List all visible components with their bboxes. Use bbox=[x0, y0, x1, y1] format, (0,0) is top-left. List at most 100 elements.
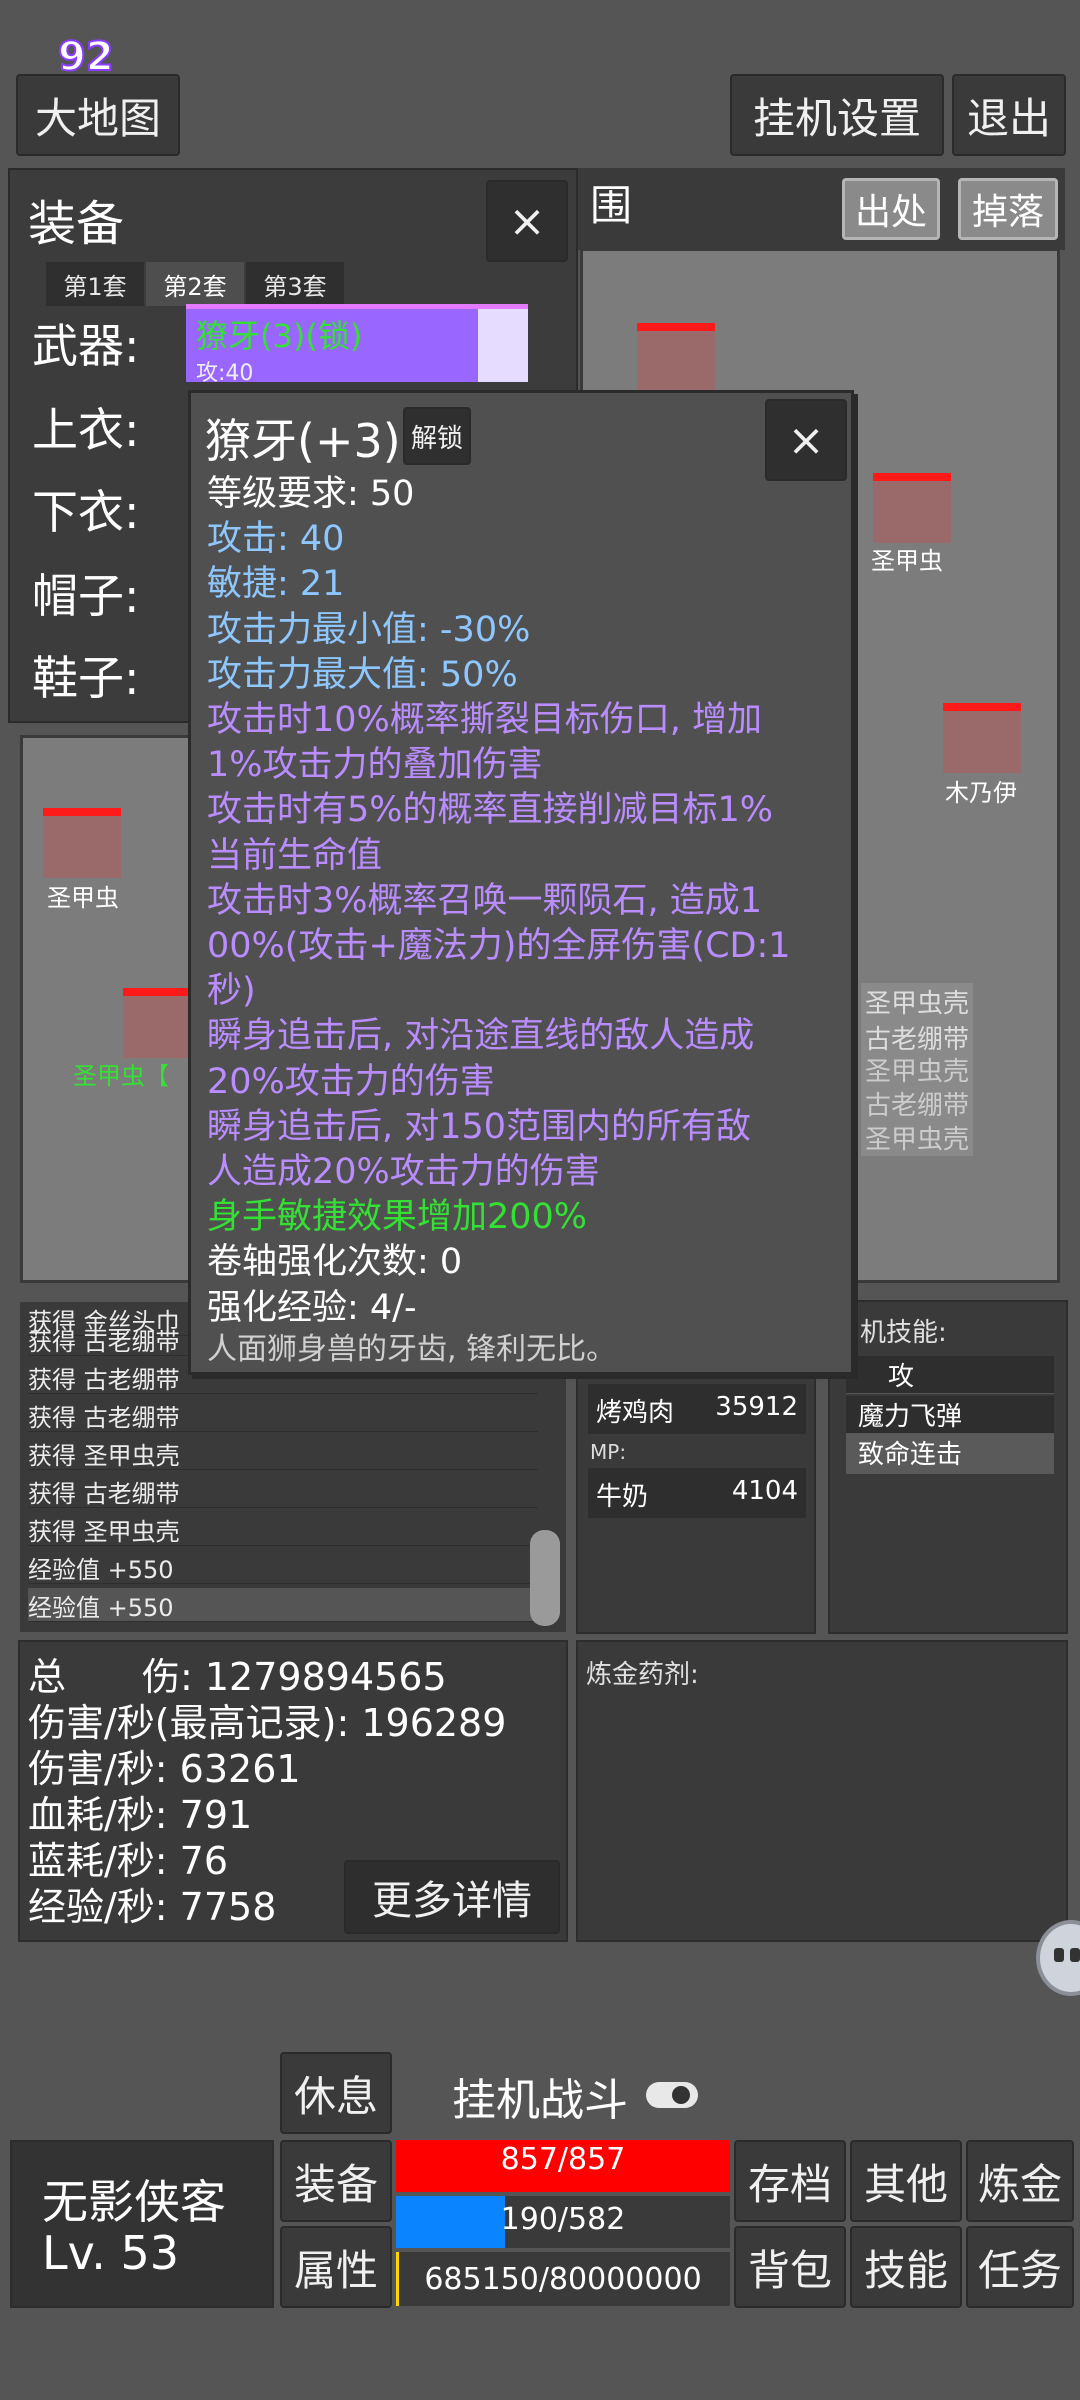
monster-sprite[interactable] bbox=[43, 808, 121, 878]
tab-set-2[interactable]: 第2套 bbox=[146, 262, 244, 306]
tooltip-line: 20%攻击力的伤害 bbox=[207, 1061, 495, 1102]
skill-item[interactable]: 攻 bbox=[846, 1356, 1054, 1394]
tooltip-line: 1%攻击力的叠加伤害 bbox=[207, 745, 543, 786]
tooltip-close-button[interactable]: × bbox=[765, 399, 847, 481]
log-scrollbar[interactable] bbox=[530, 1530, 560, 1626]
mp-text: 190/582 bbox=[500, 2202, 626, 2237]
mp-potion-slot[interactable]: 牛奶 4104 bbox=[588, 1468, 806, 1518]
slot-label-weapon: 武器: bbox=[32, 319, 140, 373]
attributes-button[interactable]: 属性 bbox=[280, 2226, 392, 2308]
tooltip-line: 攻击力最大值: 50% bbox=[207, 654, 518, 695]
other-button[interactable]: 其他 bbox=[850, 2140, 962, 2222]
rest-button[interactable]: 休息 bbox=[280, 2052, 392, 2134]
item-tooltip: 獠牙(+3) 解锁 × 等级要求: 50 攻击: 40 敏捷: 21 攻击力最小值: … bbox=[188, 390, 854, 1375]
tooltip-line: 攻击力最小值: -30% bbox=[207, 609, 531, 650]
alchemy-button[interactable]: 炼金 bbox=[966, 2140, 1074, 2222]
tab-set-1[interactable]: 第1套 bbox=[46, 262, 144, 306]
tooltip-line: 等级要求: 50 bbox=[207, 474, 415, 514]
log-row: 获得 圣甲虫壳 bbox=[28, 1512, 538, 1546]
save-button[interactable]: 存档 bbox=[734, 2140, 846, 2222]
equip-button[interactable]: 装备 bbox=[280, 2140, 392, 2222]
tooltip-line: 敏捷: 21 bbox=[207, 564, 345, 605]
character-level: Lv. 53 bbox=[42, 2226, 180, 2280]
tooltip-line: 攻击时10%概率撕裂目标伤口, 增加 bbox=[207, 700, 763, 740]
hp-potion-name: 烤鸡肉 bbox=[596, 1398, 675, 1428]
log-row: 获得 古老绷带 bbox=[28, 1398, 538, 1432]
tooltip-line: 00%(攻击+魔法力)的全屏伤害(CD:1 bbox=[207, 926, 791, 966]
exp-text: 685150/80000000 bbox=[424, 2262, 702, 2297]
tooltip-line: 攻击时有5%的概率直接削减目标1% bbox=[207, 790, 774, 831]
tooltip-line: 秒) bbox=[207, 971, 256, 1012]
equipment-close-button[interactable]: × bbox=[486, 180, 568, 262]
tooltip-line: 当前生命值 bbox=[207, 835, 383, 876]
bag-button[interactable]: 背包 bbox=[734, 2226, 846, 2308]
monster-name: 木乃伊 bbox=[945, 779, 1017, 807]
log-row: 获得 古老绷带 bbox=[28, 1474, 538, 1508]
tooltip-line: 攻击时3%概率召唤一颗陨石, 造成1 bbox=[207, 880, 763, 921]
monster-hp-bar bbox=[43, 808, 121, 816]
tooltip-line: 人造成20%攻击力的伤害 bbox=[207, 1152, 600, 1192]
stats-panel: 总 伤: 1279894565 伤害/秒(最高记录): 196289 伤害/秒:… bbox=[18, 1640, 568, 1942]
tooltip-title: 獠牙(+3) bbox=[205, 414, 401, 468]
tooltip-line: 瞬身追击后, 对150范围内的所有敌 bbox=[207, 1106, 752, 1147]
monster-hp-bar bbox=[637, 323, 715, 331]
skills-button[interactable]: 技能 bbox=[850, 2226, 962, 2308]
log-row: 经验值 +550 bbox=[28, 1550, 538, 1584]
slot-label-bottom: 下衣: bbox=[32, 485, 140, 539]
hp-potion-slot[interactable]: 烤鸡肉 35912 bbox=[588, 1384, 806, 1434]
monster-name: 圣甲虫 bbox=[871, 547, 943, 575]
mp-label: MP: bbox=[590, 1440, 627, 1464]
unlock-button[interactable]: 解锁 bbox=[403, 407, 471, 465]
hp-text: 857/857 bbox=[500, 2142, 626, 2177]
equipment-title: 装备 bbox=[28, 196, 125, 252]
alchemy-panel: 炼金药剂: bbox=[576, 1640, 1068, 1942]
character-card[interactable]: 无影侠客 Lv. 53 bbox=[10, 2140, 274, 2308]
tooltip-line: 身手敏捷效果增加200% bbox=[207, 1197, 588, 1238]
tooltip-line: 强化经验: 4/- bbox=[207, 1287, 417, 1328]
skill-item[interactable]: 致命连击 bbox=[846, 1434, 1054, 1474]
exp-rate: 经验/秒: 7758 bbox=[28, 1885, 277, 1929]
monster-hp-bar bbox=[873, 473, 951, 481]
slot-label-shoes: 鞋子: bbox=[32, 651, 140, 705]
slot-label-top: 上衣: bbox=[32, 403, 140, 457]
hp-bar: 857/857 bbox=[396, 2140, 730, 2192]
tab-set-3[interactable]: 第3套 bbox=[246, 262, 344, 306]
drop-label: 圣甲虫壳 bbox=[861, 983, 974, 1020]
log-row: 经验值 +550 bbox=[28, 1588, 538, 1622]
tooltip-line: 攻击: 40 bbox=[207, 519, 345, 560]
tooltip-line: 瞬身追击后, 对沿途直线的敌人造成 bbox=[207, 1016, 755, 1057]
skill-item[interactable]: 魔力飞弹 bbox=[846, 1396, 1054, 1434]
log-row: 获得 圣甲虫壳 bbox=[28, 1436, 538, 1470]
more-details-button[interactable]: 更多详情 bbox=[344, 1860, 560, 1934]
monster-name: 圣甲虫 bbox=[47, 884, 119, 912]
idle-fight-toggle[interactable] bbox=[646, 2082, 698, 2108]
auto-skill-title: 机技能: bbox=[860, 1318, 947, 1348]
idle-settings-button[interactable]: 挂机设置 bbox=[730, 74, 944, 156]
tasks-button[interactable]: 任务 bbox=[966, 2226, 1074, 2308]
weapon-item-name: 獠牙(3)(锁) bbox=[196, 317, 363, 355]
drop-label: 圣甲虫壳 bbox=[861, 1119, 974, 1156]
world-map-button[interactable]: 大地图 bbox=[16, 74, 180, 156]
mp-potion-count: 4104 bbox=[731, 1476, 798, 1506]
alchemy-title: 炼金药剂: bbox=[586, 1660, 699, 1690]
tooltip-line: 人面狮身兽的牙齿, 锋利无比。 bbox=[207, 1331, 617, 1367]
drop-button[interactable]: 掉落 bbox=[958, 178, 1058, 240]
slot-label-hat: 帽子: bbox=[32, 569, 140, 623]
toggle-knob bbox=[672, 2086, 690, 2104]
exp-bar: 685150/80000000 bbox=[396, 2252, 730, 2306]
idle-fight-label: 挂机战斗 bbox=[452, 2075, 628, 2126]
drop-label: 圣甲虫壳 bbox=[861, 1051, 974, 1088]
weapon-slot-item[interactable]: 獠牙(3)(锁) 攻:40 bbox=[186, 304, 528, 386]
monster-sprite[interactable] bbox=[637, 323, 715, 393]
tooltip-line: 卷轴强化次数: 0 bbox=[207, 1242, 463, 1283]
battle-map-left: 圣甲虫 圣甲虫【 bbox=[20, 735, 201, 1283]
drop-label: 古老绷带 bbox=[861, 1085, 974, 1122]
weapon-item-bar bbox=[478, 309, 528, 382]
monster-sprite[interactable] bbox=[873, 473, 951, 543]
monster-hp-bar bbox=[943, 703, 1021, 711]
auto-skill-panel: 机技能: 攻 魔力飞弹 致命连击 bbox=[828, 1300, 1068, 1634]
exit-button[interactable]: 退出 bbox=[952, 74, 1066, 156]
character-name: 无影侠客 bbox=[42, 2175, 226, 2229]
monster-sprite[interactable] bbox=[943, 703, 1021, 773]
source-button[interactable]: 出处 bbox=[842, 178, 940, 240]
